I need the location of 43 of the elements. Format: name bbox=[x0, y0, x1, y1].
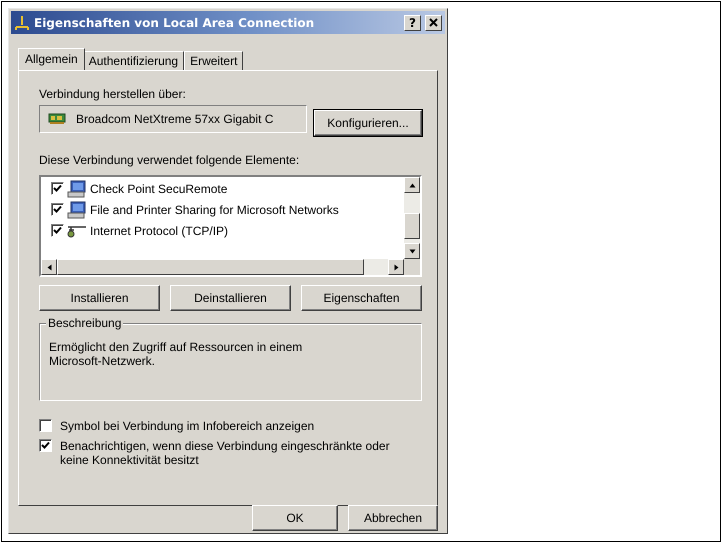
checkbox[interactable] bbox=[39, 439, 52, 452]
list-item-label[interactable]: Check Point SecuRemote bbox=[90, 182, 228, 196]
left-arrow-icon bbox=[46, 264, 52, 270]
components-label: Diese Verbindung verwendet folgende Elemente: bbox=[39, 153, 300, 167]
option-label[interactable]: Benachrichtigen, wenn diese Verbindung eingeschränkte oder keine Konnektivität besitzt bbox=[60, 439, 410, 467]
adapter-name: Broadcom NetXtreme 57xx Gigabit C bbox=[76, 112, 274, 126]
group-legend: Beschreibung bbox=[46, 316, 124, 330]
dialog-button[interactable]: Abbrechen bbox=[348, 505, 438, 531]
down-arrow-icon bbox=[408, 248, 416, 254]
close-icon bbox=[429, 18, 438, 27]
right-arrow-icon bbox=[392, 264, 400, 270]
computer-icon bbox=[67, 200, 87, 218]
configure-button[interactable]: Konfigurieren... bbox=[314, 110, 422, 136]
scroll-left-button[interactable] bbox=[41, 259, 57, 275]
computer-icon bbox=[67, 180, 87, 198]
scrollbar-corner bbox=[404, 259, 420, 275]
horizontal-scrollbar[interactable] bbox=[41, 259, 404, 275]
tab[interactable]: Allgemein bbox=[18, 48, 85, 70]
scroll-thumb[interactable] bbox=[57, 259, 364, 275]
tab[interactable]: Authentifizierung bbox=[82, 51, 184, 70]
list-item-label[interactable]: Internet Protocol (TCP/IP) bbox=[90, 224, 228, 238]
option-label[interactable]: Symbol bei Verbindung im Infobereich anzeigen bbox=[60, 419, 410, 433]
description-text: Ermöglicht den Zugriff auf Ressourcen in einem Microsoft-Netzwerk. bbox=[49, 340, 304, 368]
scroll-thumb[interactable] bbox=[404, 213, 420, 239]
tab[interactable]: Erweitert bbox=[184, 51, 244, 70]
dialog-button[interactable]: OK bbox=[252, 505, 338, 531]
up-arrow-icon bbox=[408, 182, 416, 188]
vertical-scrollbar[interactable] bbox=[404, 177, 420, 259]
list-action-button[interactable]: Deinstallieren bbox=[170, 285, 291, 311]
close-button[interactable] bbox=[425, 14, 442, 30]
network-card-icon bbox=[48, 113, 66, 125]
network-connection-icon bbox=[14, 14, 30, 30]
connect-using-label: Verbindung herstellen über: bbox=[39, 87, 187, 101]
scroll-down-button[interactable] bbox=[404, 243, 420, 259]
window-title: Eigenschaften von Local Area Connection bbox=[34, 16, 316, 30]
list-action-button[interactable]: Installieren bbox=[39, 285, 160, 311]
list-action-button[interactable]: Eigenschaften bbox=[301, 285, 422, 311]
list-item-label[interactable]: File and Printer Sharing for Microsoft Networks bbox=[90, 202, 339, 216]
scroll-right-button[interactable] bbox=[388, 259, 404, 275]
scroll-up-button[interactable] bbox=[404, 177, 420, 193]
help-button[interactable]: ? bbox=[404, 14, 421, 30]
checkbox[interactable] bbox=[39, 419, 52, 432]
network-protocol-icon bbox=[67, 224, 87, 238]
